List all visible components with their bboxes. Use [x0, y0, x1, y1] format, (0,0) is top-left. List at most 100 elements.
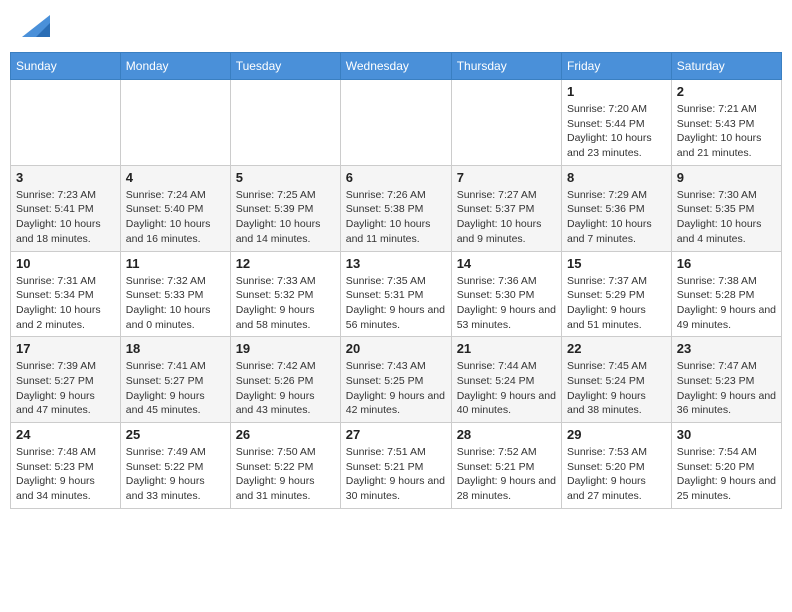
calendar-cell: 24 Sunrise: 7:48 AM Sunset: 5:23 PM Dayli… [11, 423, 121, 509]
calendar-cell: 4 Sunrise: 7:24 AM Sunset: 5:40 PM Daylig… [120, 165, 230, 251]
calendar-cell: 26 Sunrise: 7:50 AM Sunset: 5:22 PM Dayli… [230, 423, 340, 509]
calendar-week-row: 10 Sunrise: 7:31 AM Sunset: 5:34 PM Dayli… [11, 251, 782, 337]
calendar-cell: 6 Sunrise: 7:26 AM Sunset: 5:38 PM Daylig… [340, 165, 451, 251]
day-number: 28 [457, 427, 556, 442]
day-info: Sunrise: 7:32 AM Sunset: 5:33 PM Dayligh… [126, 274, 225, 333]
day-info: Sunrise: 7:50 AM Sunset: 5:22 PM Dayligh… [236, 445, 335, 504]
calendar-week-row: 17 Sunrise: 7:39 AM Sunset: 5:27 PM Dayli… [11, 337, 782, 423]
calendar-header-saturday: Saturday [671, 53, 781, 80]
calendar-week-row: 3 Sunrise: 7:23 AM Sunset: 5:41 PM Daylig… [11, 165, 782, 251]
day-info: Sunrise: 7:37 AM Sunset: 5:29 PM Dayligh… [567, 274, 666, 333]
calendar-cell: 12 Sunrise: 7:33 AM Sunset: 5:32 PM Dayli… [230, 251, 340, 337]
day-info: Sunrise: 7:49 AM Sunset: 5:22 PM Dayligh… [126, 445, 225, 504]
calendar-header-thursday: Thursday [451, 53, 561, 80]
day-number: 17 [16, 341, 115, 356]
calendar-week-row: 1 Sunrise: 7:20 AM Sunset: 5:44 PM Daylig… [11, 80, 782, 166]
calendar-week-row: 24 Sunrise: 7:48 AM Sunset: 5:23 PM Dayli… [11, 423, 782, 509]
calendar-cell: 27 Sunrise: 7:51 AM Sunset: 5:21 PM Dayli… [340, 423, 451, 509]
calendar-cell: 2 Sunrise: 7:21 AM Sunset: 5:43 PM Daylig… [671, 80, 781, 166]
day-number: 5 [236, 170, 335, 185]
calendar-cell: 10 Sunrise: 7:31 AM Sunset: 5:34 PM Dayli… [11, 251, 121, 337]
calendar-cell: 22Sunrise: 7:45 AM Sunset: 5:24 PM Dayli… [561, 337, 671, 423]
day-info: Sunrise: 7:52 AM Sunset: 5:21 PM Dayligh… [457, 445, 556, 504]
calendar-cell [340, 80, 451, 166]
day-number: 6 [346, 170, 446, 185]
calendar-cell: 13 Sunrise: 7:35 AM Sunset: 5:31 PM Dayli… [340, 251, 451, 337]
day-number: 19 [236, 341, 335, 356]
calendar-cell: 3 Sunrise: 7:23 AM Sunset: 5:41 PM Daylig… [11, 165, 121, 251]
day-number: 12 [236, 256, 335, 271]
day-number: 23 [677, 341, 776, 356]
calendar-cell: 9 Sunrise: 7:30 AM Sunset: 5:35 PM Daylig… [671, 165, 781, 251]
calendar-cell: 28 Sunrise: 7:52 AM Sunset: 5:21 PM Dayli… [451, 423, 561, 509]
calendar-header-monday: Monday [120, 53, 230, 80]
day-info: Sunrise: 7:31 AM Sunset: 5:34 PM Dayligh… [16, 274, 115, 333]
day-info: Sunrise: 7:20 AM Sunset: 5:44 PM Dayligh… [567, 102, 666, 161]
day-number: 24 [16, 427, 115, 442]
calendar-cell [11, 80, 121, 166]
calendar-cell: 7Sunrise: 7:27 AM Sunset: 5:37 PM Daylig… [451, 165, 561, 251]
day-number: 21 [457, 341, 556, 356]
day-info: Sunrise: 7:38 AM Sunset: 5:28 PM Dayligh… [677, 274, 776, 333]
day-info: Sunrise: 7:35 AM Sunset: 5:31 PM Dayligh… [346, 274, 446, 333]
day-info: Sunrise: 7:27 AM Sunset: 5:37 PM Dayligh… [457, 188, 556, 247]
calendar-cell: 18 Sunrise: 7:41 AM Sunset: 5:27 PM Dayli… [120, 337, 230, 423]
page-header [10, 10, 782, 42]
day-number: 20 [346, 341, 446, 356]
day-info: Sunrise: 7:54 AM Sunset: 5:20 PM Dayligh… [677, 445, 776, 504]
day-info: Sunrise: 7:23 AM Sunset: 5:41 PM Dayligh… [16, 188, 115, 247]
day-info: Sunrise: 7:43 AM Sunset: 5:25 PM Dayligh… [346, 359, 446, 418]
calendar-cell: 14 Sunrise: 7:36 AM Sunset: 5:30 PM Dayli… [451, 251, 561, 337]
day-number: 25 [126, 427, 225, 442]
day-number: 4 [126, 170, 225, 185]
day-info: Sunrise: 7:48 AM Sunset: 5:23 PM Dayligh… [16, 445, 115, 504]
calendar-cell: 8 Sunrise: 7:29 AM Sunset: 5:36 PM Daylig… [561, 165, 671, 251]
day-number: 26 [236, 427, 335, 442]
day-info: Sunrise: 7:51 AM Sunset: 5:21 PM Dayligh… [346, 445, 446, 504]
day-info: Sunrise: 7:29 AM Sunset: 5:36 PM Dayligh… [567, 188, 666, 247]
calendar-cell: 30 Sunrise: 7:54 AM Sunset: 5:20 PM Dayli… [671, 423, 781, 509]
day-number: 13 [346, 256, 446, 271]
day-number: 9 [677, 170, 776, 185]
day-number: 14 [457, 256, 556, 271]
calendar-header-friday: Friday [561, 53, 671, 80]
calendar-table: SundayMondayTuesdayWednesdayThursdayFrid… [10, 52, 782, 509]
day-number: 29 [567, 427, 666, 442]
calendar-cell [120, 80, 230, 166]
day-number: 16 [677, 256, 776, 271]
day-info: Sunrise: 7:26 AM Sunset: 5:38 PM Dayligh… [346, 188, 446, 247]
calendar-header-wednesday: Wednesday [340, 53, 451, 80]
day-number: 18 [126, 341, 225, 356]
calendar-header-row: SundayMondayTuesdayWednesdayThursdayFrid… [11, 53, 782, 80]
day-number: 2 [677, 84, 776, 99]
day-number: 15 [567, 256, 666, 271]
calendar-header-sunday: Sunday [11, 53, 121, 80]
calendar-cell: 25 Sunrise: 7:49 AM Sunset: 5:22 PM Dayli… [120, 423, 230, 509]
day-number: 8 [567, 170, 666, 185]
day-info: Sunrise: 7:41 AM Sunset: 5:27 PM Dayligh… [126, 359, 225, 418]
day-info: Sunrise: 7:42 AM Sunset: 5:26 PM Dayligh… [236, 359, 335, 418]
calendar-cell: 29 Sunrise: 7:53 AM Sunset: 5:20 PM Dayli… [561, 423, 671, 509]
logo-general-text [20, 15, 50, 37]
day-info: Sunrise: 7:36 AM Sunset: 5:30 PM Dayligh… [457, 274, 556, 333]
day-number: 27 [346, 427, 446, 442]
day-info: Sunrise: 7:21 AM Sunset: 5:43 PM Dayligh… [677, 102, 776, 161]
calendar-cell: 20 Sunrise: 7:43 AM Sunset: 5:25 PM Dayli… [340, 337, 451, 423]
day-number: 1 [567, 84, 666, 99]
day-info: Sunrise: 7:33 AM Sunset: 5:32 PM Dayligh… [236, 274, 335, 333]
day-number: 10 [16, 256, 115, 271]
day-number: 30 [677, 427, 776, 442]
day-info: Sunrise: 7:53 AM Sunset: 5:20 PM Dayligh… [567, 445, 666, 504]
logo [20, 15, 50, 37]
day-number: 11 [126, 256, 225, 271]
calendar-cell: 11 Sunrise: 7:32 AM Sunset: 5:33 PM Dayli… [120, 251, 230, 337]
calendar-header-tuesday: Tuesday [230, 53, 340, 80]
calendar-cell: 5Sunrise: 7:25 AM Sunset: 5:39 PM Daylig… [230, 165, 340, 251]
day-info: Sunrise: 7:47 AM Sunset: 5:23 PM Dayligh… [677, 359, 776, 418]
calendar-cell: 15 Sunrise: 7:37 AM Sunset: 5:29 PM Dayli… [561, 251, 671, 337]
day-info: Sunrise: 7:24 AM Sunset: 5:40 PM Dayligh… [126, 188, 225, 247]
day-info: Sunrise: 7:30 AM Sunset: 5:35 PM Dayligh… [677, 188, 776, 247]
day-info: Sunrise: 7:39 AM Sunset: 5:27 PM Dayligh… [16, 359, 115, 418]
day-number: 3 [16, 170, 115, 185]
calendar-cell: 1 Sunrise: 7:20 AM Sunset: 5:44 PM Daylig… [561, 80, 671, 166]
